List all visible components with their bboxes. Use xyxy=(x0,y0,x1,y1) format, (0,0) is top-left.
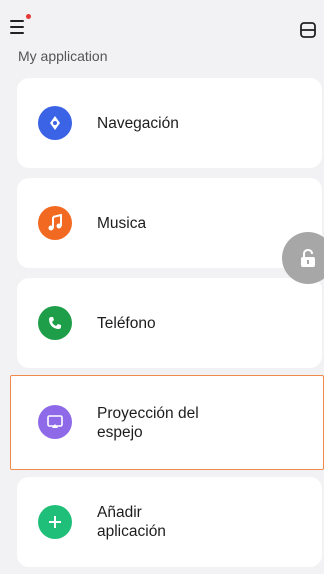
menu-button[interactable] xyxy=(10,14,36,38)
app-label: Musica xyxy=(97,214,147,232)
phone-icon xyxy=(38,306,72,340)
lock-open-icon xyxy=(301,248,315,267)
navigation-icon xyxy=(38,106,72,140)
switch-button[interactable] xyxy=(298,20,318,40)
app-label: Proyección del espejo xyxy=(97,404,199,441)
top-bar xyxy=(0,0,324,44)
screen-mirror-icon xyxy=(38,405,72,439)
app-card-music[interactable]: Musica xyxy=(17,178,322,268)
app-label: Navegación xyxy=(97,114,179,132)
app-card-phone[interactable]: Teléfono xyxy=(17,278,322,368)
app-card-add[interactable]: Añadir aplicación xyxy=(17,477,322,567)
notification-dot xyxy=(26,14,31,19)
lock-toggle-button[interactable] xyxy=(282,232,324,284)
music-icon xyxy=(38,206,72,240)
menu-icon-bar xyxy=(10,26,24,28)
switch-icon xyxy=(300,22,316,38)
app-card-screen-mirror[interactable]: Proyección del espejo xyxy=(10,375,324,470)
app-card-navigation[interactable]: Navegación xyxy=(17,78,322,168)
menu-icon-bar xyxy=(10,32,24,34)
app-label: Añadir aplicación xyxy=(97,504,166,540)
app-label: Teléfono xyxy=(97,314,156,332)
menu-icon xyxy=(10,20,24,22)
add-icon xyxy=(38,505,72,539)
section-title: My application xyxy=(18,48,108,64)
